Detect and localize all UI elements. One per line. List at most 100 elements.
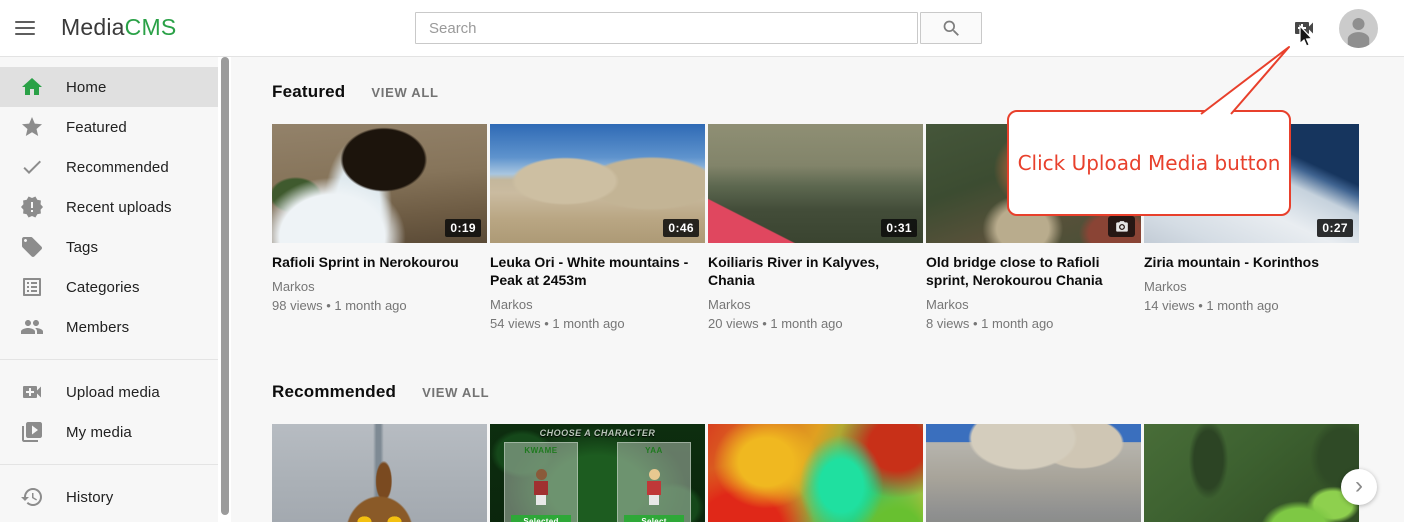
- video-thumbnail[interactable]: [272, 424, 487, 522]
- annotation-tooltip: Click Upload Media button: [1007, 110, 1291, 216]
- character-legs: [649, 495, 659, 505]
- tag-icon: [20, 235, 44, 259]
- character-panel: YAA: [617, 442, 691, 522]
- character-legs: [536, 495, 546, 505]
- character-name: YAA: [618, 446, 690, 455]
- media-card: CHOOSE A CHARACTER KWAME YAA Selected Select: [490, 424, 705, 522]
- video-meta: 20 views • 1 month ago: [708, 315, 923, 332]
- sidebar-nav: Home Featured Recommended Recent uploads Tag…: [0, 57, 218, 522]
- video-thumbnail[interactable]: 0:31: [708, 124, 923, 243]
- media-card: [1144, 424, 1359, 522]
- sidebar-item-label: Home: [66, 79, 106, 96]
- video-author[interactable]: Markos: [272, 278, 487, 295]
- character-body: [647, 481, 661, 495]
- duration-badge: 0:19: [445, 219, 481, 237]
- sidebar-item-upload-media[interactable]: Upload media: [0, 372, 218, 412]
- upload-media-icon: [1292, 16, 1316, 40]
- selected-button: Selected: [511, 515, 571, 522]
- video-title[interactable]: Rafioli Sprint in Nerokourou: [272, 253, 479, 271]
- section-title: Featured: [272, 82, 345, 102]
- check-icon: [20, 155, 44, 179]
- video-title[interactable]: Leuka Ori - White mountains - Peak at 24…: [490, 253, 697, 289]
- video-author[interactable]: Markos: [1144, 278, 1359, 295]
- user-avatar-icon: [1339, 9, 1378, 48]
- video-title[interactable]: Koiliaris River in Kalyves, Chania: [708, 253, 915, 289]
- character-panel: KWAME: [504, 442, 578, 522]
- sidebar-item-label: Categories: [66, 279, 140, 296]
- carousel-next-button[interactable]: ›: [1341, 469, 1377, 505]
- video-meta: 14 views • 1 month ago: [1144, 297, 1359, 314]
- video-author[interactable]: Markos: [490, 296, 705, 313]
- video-thumbnail[interactable]: [708, 424, 923, 522]
- sidebar-item-recent-uploads[interactable]: Recent uploads: [0, 187, 218, 227]
- sidebar-item-categories[interactable]: Categories: [0, 267, 218, 307]
- star-icon: [20, 115, 44, 139]
- app-logo[interactable]: MediaCMS: [61, 14, 176, 41]
- duration-badge: 0:27: [1317, 219, 1353, 237]
- media-card: 0:31 Koiliaris River in Kalyves, Chania Ma…: [708, 124, 923, 332]
- sidebar-item-label: My media: [66, 424, 132, 441]
- media-card: [708, 424, 923, 522]
- members-icon: [20, 315, 44, 339]
- sidebar-divider: [0, 464, 218, 465]
- upload-media-button[interactable]: [1292, 16, 1316, 40]
- character-head: [649, 469, 660, 480]
- media-card: 0:19 Rafioli Sprint in Nerokourou Markos 98…: [272, 124, 487, 332]
- sidebar-divider: [0, 359, 218, 360]
- upload-media-icon: [20, 380, 44, 404]
- home-icon: [20, 75, 44, 99]
- top-app-bar: MediaCMS: [0, 0, 1404, 57]
- video-author[interactable]: Markos: [708, 296, 923, 313]
- camera-icon: [1115, 220, 1129, 234]
- user-avatar[interactable]: [1339, 9, 1378, 48]
- sidebar-item-label: Featured: [66, 119, 127, 136]
- video-thumbnail[interactable]: 0:46: [490, 124, 705, 243]
- video-thumbnail[interactable]: [926, 424, 1141, 522]
- video-title[interactable]: Old bridge close to Rafioli sprint, Nero…: [926, 253, 1133, 289]
- sidebar-item-label: Recent uploads: [66, 199, 172, 216]
- video-thumbnail[interactable]: CHOOSE A CHARACTER KWAME YAA Selected Select: [490, 424, 705, 522]
- hamburger-menu-icon[interactable]: [15, 17, 37, 39]
- search-bar: [415, 12, 982, 44]
- logo-cms-text: CMS: [125, 14, 177, 40]
- video-meta: 98 views • 1 month ago: [272, 297, 487, 314]
- sidebar-item-label: History: [66, 489, 113, 506]
- character-head: [536, 469, 547, 480]
- sidebar-item-members[interactable]: Members: [0, 307, 218, 347]
- search-button[interactable]: [920, 12, 982, 44]
- character-figure: [645, 469, 663, 509]
- video-thumbnail[interactable]: [1144, 424, 1359, 522]
- sidebar-item-label: Upload media: [66, 384, 160, 401]
- video-thumbnail[interactable]: 0:19: [272, 124, 487, 243]
- logo-media-text: Media: [61, 14, 125, 40]
- character-name: KWAME: [505, 446, 577, 455]
- video-meta: 8 views • 1 month ago: [926, 315, 1141, 332]
- cards-row: CHOOSE A CHARACTER KWAME YAA Selected Select: [272, 424, 1404, 522]
- sidebar-item-my-media[interactable]: My media: [0, 412, 218, 452]
- duration-badge: 0:31: [881, 219, 917, 237]
- character-body: [534, 481, 548, 495]
- search-input[interactable]: [415, 12, 918, 44]
- game-title-text: CHOOSE A CHARACTER: [490, 428, 705, 438]
- section-header: Recommended VIEW ALL: [272, 382, 1404, 401]
- sidebar-item-featured[interactable]: Featured: [0, 107, 218, 147]
- sidebar-item-recommended[interactable]: Recommended: [0, 147, 218, 187]
- sidebar-item-label: Tags: [66, 239, 98, 256]
- view-all-link[interactable]: VIEW ALL: [371, 85, 438, 100]
- sidebar-item-history[interactable]: History: [0, 477, 218, 517]
- annotation-text: Click Upload Media button: [1018, 151, 1281, 175]
- sidebar-item-home[interactable]: Home: [0, 67, 218, 107]
- sidebar-item-tags[interactable]: Tags: [0, 227, 218, 267]
- section-header: Featured VIEW ALL: [272, 82, 1404, 101]
- select-button: Select: [624, 515, 684, 522]
- sidebar-item-label: Recommended: [66, 159, 169, 176]
- duration-badge: 0:46: [663, 219, 699, 237]
- view-all-link[interactable]: VIEW ALL: [422, 385, 489, 400]
- photo-badge: [1108, 216, 1135, 237]
- sidebar-scrollbar-thumb[interactable]: [221, 57, 229, 515]
- history-icon: [20, 485, 44, 509]
- video-title[interactable]: Ziria mountain - Korinthos: [1144, 253, 1351, 271]
- video-author[interactable]: Markos: [926, 296, 1141, 313]
- sidebar-scrollbar-track: [218, 57, 231, 522]
- section-title: Recommended: [272, 382, 396, 402]
